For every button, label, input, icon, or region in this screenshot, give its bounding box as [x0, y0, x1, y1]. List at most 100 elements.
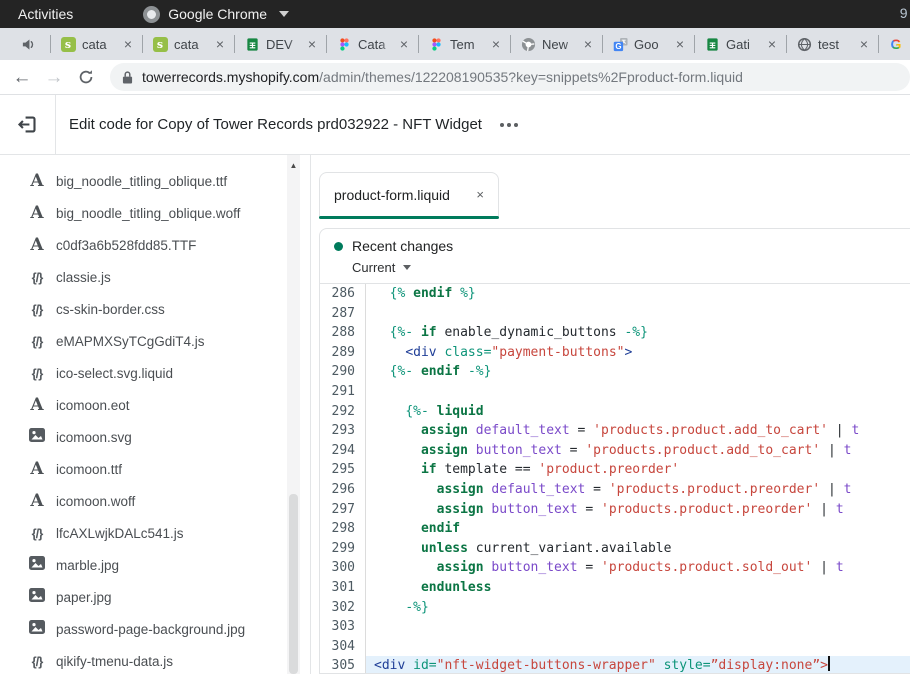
font-file-icon: A — [26, 459, 48, 479]
code-text — [366, 382, 910, 402]
file-item-qikify-tmenu-data.js[interactable]: {/}qikify-tmenu-data.js — [0, 645, 310, 674]
lock-icon[interactable] — [122, 70, 133, 85]
code-text: {% endif %} — [366, 284, 910, 304]
file-item-eMAPMXSyTCgGdiT4.js[interactable]: {/}eMAPMXSyTCgGdiT4.js — [0, 325, 310, 357]
tab-close-icon[interactable]: × — [121, 36, 135, 52]
forward-button[interactable]: → — [38, 68, 70, 87]
file-item-lfcAXLwjkDALc541.js[interactable]: {/}lfcAXLwjkDALc541.js — [0, 517, 310, 549]
browser-tab-partial[interactable]: G× — [878, 35, 910, 53]
translate-favicon-icon: G — [612, 36, 628, 52]
tab-close-icon[interactable]: × — [213, 36, 227, 52]
tab-close-icon[interactable]: × — [581, 36, 595, 52]
code-text: {%- endif -%} — [366, 362, 910, 382]
recent-changes-label: Recent changes — [352, 238, 453, 254]
line-number: 303 — [320, 617, 366, 637]
browser-tab-New[interactable]: New× — [510, 35, 602, 53]
tab-close-icon[interactable]: × — [489, 36, 503, 52]
url-text: towerrecords.myshopify.com/admin/themes/… — [142, 69, 743, 85]
code-line-291: 291 — [320, 382, 910, 402]
file-item-icomoon.woff[interactable]: Aicomoon.woff — [0, 485, 310, 517]
browser-tab-Cata[interactable]: Cata× — [326, 35, 418, 53]
image-file-icon — [26, 620, 48, 639]
browser-tab-DEV[interactable]: DEV × — [234, 35, 326, 53]
code-text: unless current_variant.available — [366, 539, 910, 559]
font-file-icon: A — [26, 491, 48, 511]
file-item-classie.js[interactable]: {/}classie.js — [0, 261, 310, 293]
sheets-favicon-icon — [704, 36, 720, 52]
exit-code-editor-button[interactable] — [0, 95, 56, 154]
browser-tab-Tem[interactable]: Tem × — [418, 35, 510, 53]
code-text: <div class="payment-buttons"> — [366, 343, 910, 363]
version-dropdown[interactable]: Current — [352, 260, 896, 275]
file-item-paper.jpg[interactable]: paper.jpg — [0, 581, 310, 613]
tab-title: DEV — [266, 37, 299, 52]
activities-button[interactable]: Activities — [12, 4, 79, 24]
browser-tab-test[interactable]: test× — [786, 35, 878, 53]
code-area[interactable]: 286 {% endif %}287288 {%- if enable_dyna… — [320, 283, 910, 673]
tab-close-icon[interactable]: × — [857, 36, 871, 52]
code-line-297: 297 assign button_text = 'products.produ… — [320, 500, 910, 520]
code-line-290: 290 {%- endif -%} — [320, 362, 910, 382]
file-item-c0df3a6b528fdd85.TTF[interactable]: Ac0df3a6b528fdd85.TTF — [0, 229, 310, 261]
app-menu[interactable]: Google Chrome — [143, 6, 289, 23]
file-name: icomoon.svg — [56, 430, 132, 445]
version-label: Current — [352, 260, 395, 275]
code-line-293: 293 assign default_text = 'products.prod… — [320, 421, 910, 441]
file-item-big_noodle_titling_oblique.woff[interactable]: Abig_noodle_titling_oblique.woff — [0, 197, 310, 229]
more-options-button[interactable] — [496, 117, 522, 133]
back-button[interactable]: ← — [6, 68, 38, 87]
line-number: 293 — [320, 421, 366, 441]
code-line-304: 304 — [320, 637, 910, 657]
code-text — [366, 637, 910, 657]
file-item-icomoon.ttf[interactable]: Aicomoon.ttf — [0, 453, 310, 485]
address-bar[interactable]: towerrecords.myshopify.com/admin/themes/… — [110, 63, 910, 91]
file-item-password-page-background.jpg[interactable]: password-page-background.jpg — [0, 613, 310, 645]
tab-close-icon[interactable]: × — [673, 36, 687, 52]
tab-close-icon[interactable]: × — [765, 36, 779, 52]
code-text: assign default_text = 'products.product.… — [366, 421, 910, 441]
reload-button[interactable] — [70, 68, 102, 87]
browser-tab-cata[interactable]: scata× — [50, 35, 142, 53]
file-name: ico-select.svg.liquid — [56, 366, 173, 381]
tab-title: cata — [174, 37, 207, 52]
chrome-favicon-icon — [520, 36, 536, 52]
code-file-icon: {/} — [26, 270, 48, 285]
speaker-icon — [0, 28, 50, 60]
sidebar-scrollbar[interactable]: ▲ — [287, 155, 300, 674]
image-file-icon — [26, 556, 48, 575]
line-number: 302 — [320, 598, 366, 618]
browser-toolbar: ← → towerrecords.myshopify.com/admin/the… — [0, 60, 910, 95]
line-number: 291 — [320, 382, 366, 402]
google-favicon-icon: G — [888, 36, 904, 52]
file-name: paper.jpg — [56, 590, 112, 605]
font-file-icon: A — [26, 203, 48, 223]
scroll-up-arrow-icon[interactable]: ▲ — [287, 155, 300, 170]
file-item-marble.jpg[interactable]: marble.jpg — [0, 549, 310, 581]
code-text: assign button_text = 'products.product.s… — [366, 558, 910, 578]
shopify-favicon-icon: s — [152, 36, 168, 52]
file-item-ico-select.svg.liquid[interactable]: {/}ico-select.svg.liquid — [0, 357, 310, 389]
code-file-icon: {/} — [26, 334, 48, 349]
tab-close-icon[interactable]: × — [305, 36, 319, 52]
chrome-app-icon — [143, 6, 160, 23]
file-item-big_noodle_titling_oblique.ttf[interactable]: Abig_noodle_titling_oblique.ttf — [0, 165, 310, 197]
tab-title: Tem — [450, 37, 483, 52]
file-name: icomoon.eot — [56, 398, 130, 413]
code-text: assign default_text = 'products.product.… — [366, 480, 910, 500]
file-name: icomoon.woff — [56, 494, 135, 509]
tab-close-icon[interactable]: × — [397, 36, 411, 52]
file-item-clipped[interactable]: A — [0, 155, 310, 165]
browser-tab-Gati[interactable]: Gati× — [694, 35, 786, 53]
editor-tab-close-icon[interactable]: × — [476, 187, 484, 202]
browser-tab-cata[interactable]: scata × — [142, 35, 234, 53]
file-item-cs-skin-border.css[interactable]: {/}cs-skin-border.css — [0, 293, 310, 325]
file-item-icomoon.eot[interactable]: Aicomoon.eot — [0, 389, 310, 421]
file-item-icomoon.svg[interactable]: icomoon.svg — [0, 421, 310, 453]
page-header: Edit code for Copy of Tower Records prd0… — [0, 95, 910, 155]
scrollbar-thumb[interactable] — [289, 494, 298, 674]
editor-tab-product-form[interactable]: product-form.liquid × — [319, 172, 499, 216]
url-domain: towerrecords.myshopify.com — [142, 69, 319, 85]
browser-tab-Goo[interactable]: GGoo× — [602, 35, 694, 53]
code-text: assign button_text = 'products.product.a… — [366, 441, 910, 461]
figma-favicon-icon — [428, 36, 444, 52]
